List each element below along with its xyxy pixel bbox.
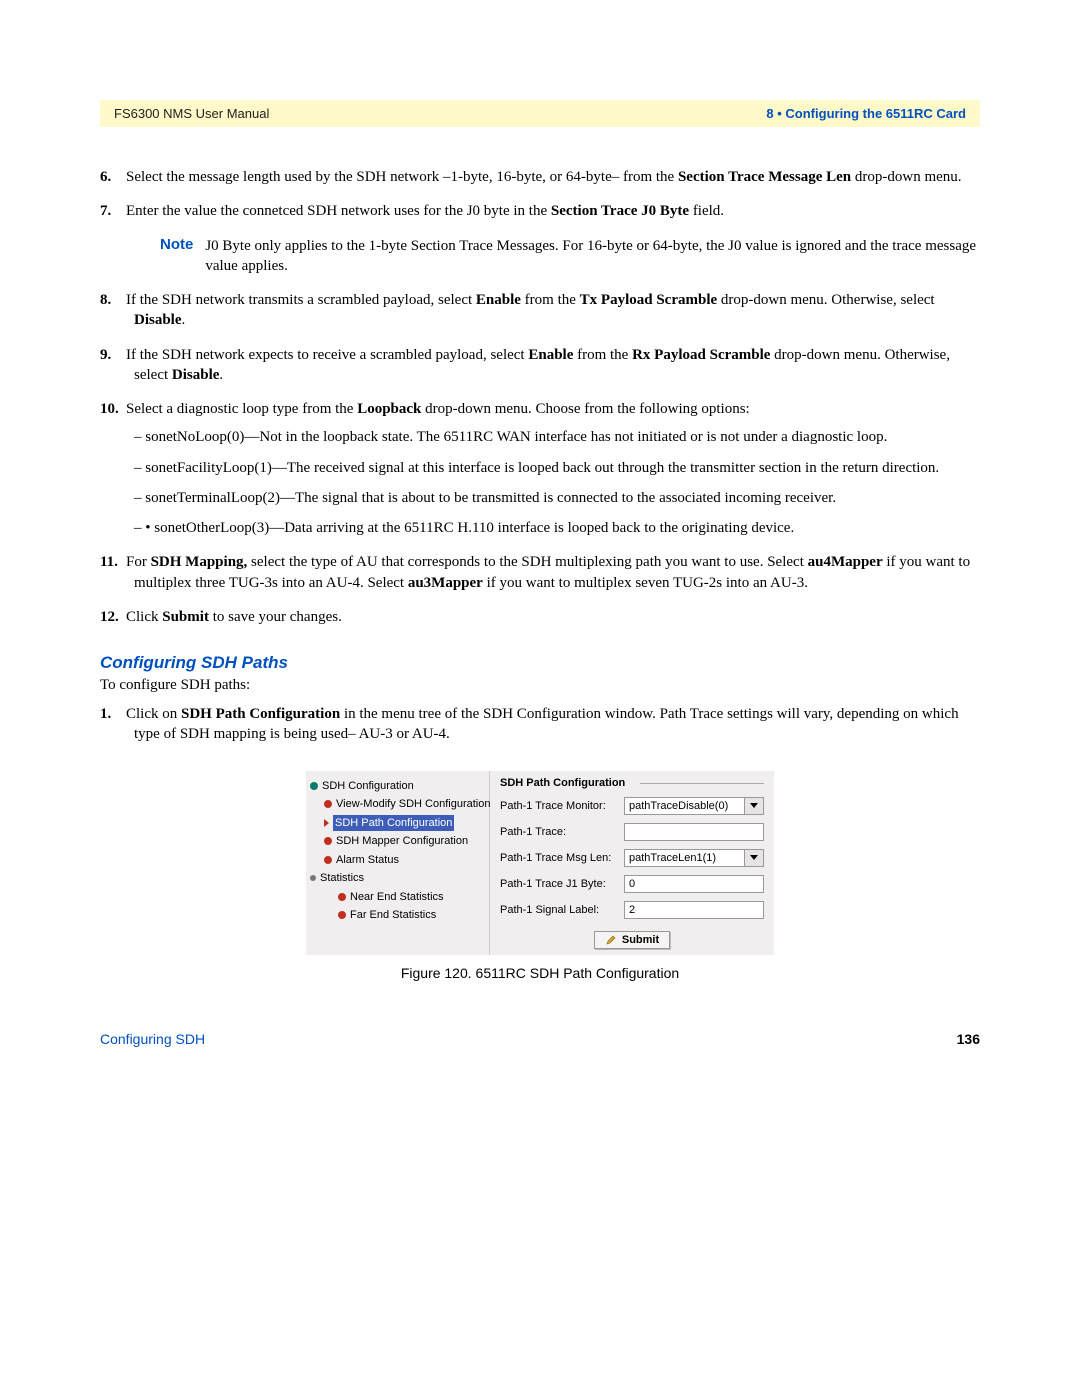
footer-section: Configuring SDH xyxy=(100,1031,205,1047)
item-number: 9. xyxy=(100,345,126,365)
list-item-11: 11.For SDH Mapping, select the type of A… xyxy=(100,552,980,593)
list-item-step1: 1.Click on SDH Path Configuration in the… xyxy=(100,704,980,745)
chevron-down-icon xyxy=(744,850,763,866)
note-label: Note xyxy=(160,236,193,277)
page-header: FS6300 NMS User Manual 8 • Configuring t… xyxy=(100,100,980,127)
form-panel: SDH Path Configuration Path-1 Trace Moni… xyxy=(490,771,774,955)
list-item-9: 9.If the SDH network expects to receive … xyxy=(100,345,980,386)
row-trace-j1: Path-1 Trace J1 Byte: 0 xyxy=(500,875,764,893)
node-icon xyxy=(324,856,332,864)
section-heading-sdh-paths: Configuring SDH Paths xyxy=(100,653,980,673)
footer-page-number: 136 xyxy=(957,1031,980,1047)
dropdown-trace-monitor[interactable]: pathTraceDisable(0) xyxy=(624,797,764,815)
item-number: 12. xyxy=(100,607,126,627)
row-trace: Path-1 Trace: xyxy=(500,823,764,841)
page-content: 6.Select the message length used by the … xyxy=(100,127,980,1047)
item-number: 1. xyxy=(100,704,126,724)
label-trace-j1: Path-1 Trace J1 Byte: xyxy=(500,878,618,890)
loopback-options: – sonetNoLoop(0)—Not in the loopback sta… xyxy=(134,427,980,538)
row-trace-monitor: Path-1 Trace Monitor: pathTraceDisable(0… xyxy=(500,797,764,815)
tree-node-sdh-mapper[interactable]: SDH Mapper Configuration xyxy=(310,832,485,851)
node-icon xyxy=(324,800,332,808)
list-item-8: 8.If the SDH network transmits a scrambl… xyxy=(100,290,980,331)
submit-label: Submit xyxy=(622,934,659,946)
tree-node-far-end[interactable]: Far End Statistics xyxy=(310,906,485,925)
header-manual-title: FS6300 NMS User Manual xyxy=(114,106,269,121)
note-text: J0 Byte only applies to the 1-byte Secti… xyxy=(205,236,980,277)
row-trace-msg-len: Path-1 Trace Msg Len: pathTraceLen1(1) xyxy=(500,849,764,867)
node-icon xyxy=(338,911,346,919)
input-trace-j1[interactable]: 0 xyxy=(624,875,764,893)
tree-node-root[interactable]: SDH Configuration xyxy=(310,777,485,796)
node-selected-icon xyxy=(324,819,329,827)
figure-120: SDH Configuration View-Modify SDH Config… xyxy=(100,771,980,955)
figure-caption: Figure 120. 6511RC SDH Path Configuratio… xyxy=(100,965,980,981)
row-signal-label: Path-1 Signal Label: 2 xyxy=(500,901,764,919)
list-item-7: 7.Enter the value the connetced SDH netw… xyxy=(100,201,980,221)
submit-button[interactable]: Submit xyxy=(594,931,670,949)
list-item-12: 12.Click Submit to save your changes. xyxy=(100,607,980,627)
label-trace: Path-1 Trace: xyxy=(500,826,618,838)
section-intro: To configure SDH paths: xyxy=(100,677,980,694)
connector-icon xyxy=(310,875,316,881)
header-chapter-title: 8 • Configuring the 6511RC Card xyxy=(766,106,966,121)
loopback-option: – • sonetOtherLoop(3)—Data arriving at t… xyxy=(134,518,980,538)
label-trace-monitor: Path-1 Trace Monitor: xyxy=(500,800,618,812)
pencil-icon xyxy=(605,934,617,946)
menu-tree-panel: SDH Configuration View-Modify SDH Config… xyxy=(306,771,490,955)
loopback-option: – sonetTerminalLoop(2)—The signal that i… xyxy=(134,488,980,508)
page-footer: Configuring SDH 136 xyxy=(100,1031,980,1047)
tree-node-near-end[interactable]: Near End Statistics xyxy=(310,888,485,907)
input-signal-label[interactable]: 2 xyxy=(624,901,764,919)
list-item-6: 6.Select the message length used by the … xyxy=(100,167,980,187)
label-signal-label: Path-1 Signal Label: xyxy=(500,904,618,916)
tree-node-alarm-status[interactable]: Alarm Status xyxy=(310,851,485,870)
item-number: 11. xyxy=(100,552,126,572)
node-icon xyxy=(310,782,318,790)
note-block: Note J0 Byte only applies to the 1-byte … xyxy=(160,236,980,277)
dropdown-trace-msg-len[interactable]: pathTraceLen1(1) xyxy=(624,849,764,867)
node-icon xyxy=(324,837,332,845)
form-title: SDH Path Configuration xyxy=(500,777,764,789)
tree-node-view-modify[interactable]: View-Modify SDH Configuration xyxy=(310,795,485,814)
tree-node-sdh-path-config[interactable]: SDH Path Configuration xyxy=(310,814,485,833)
loopback-option: – sonetNoLoop(0)—Not in the loopback sta… xyxy=(134,427,980,447)
item-number: 7. xyxy=(100,201,126,221)
node-icon xyxy=(338,893,346,901)
chevron-down-icon xyxy=(744,798,763,814)
item-number: 10. xyxy=(100,399,126,419)
loopback-option: – sonetFacilityLoop(1)—The received sign… xyxy=(134,458,980,478)
item-number: 8. xyxy=(100,290,126,310)
label-trace-msg-len: Path-1 Trace Msg Len: xyxy=(500,852,618,864)
list-item-10: 10.Select a diagnostic loop type from th… xyxy=(100,399,980,538)
tree-node-statistics[interactable]: Statistics xyxy=(310,869,485,888)
item-number: 6. xyxy=(100,167,126,187)
input-trace[interactable] xyxy=(624,823,764,841)
